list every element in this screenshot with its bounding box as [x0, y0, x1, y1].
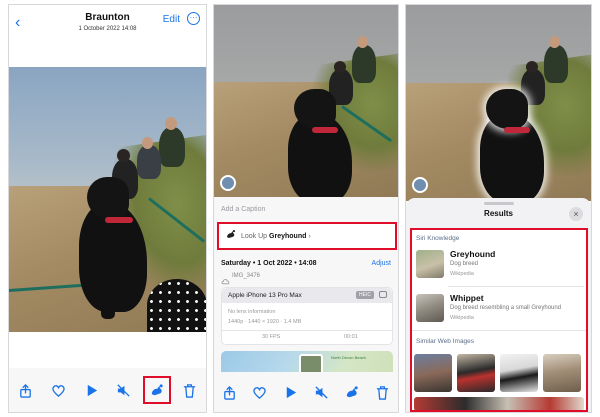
- caption-placeholder[interactable]: Add a Caption: [221, 206, 265, 213]
- result-item[interactable]: Greyhound Dog breed Wikipedia: [414, 246, 584, 284]
- web-image-row: [414, 397, 584, 410]
- results-list: Siri Knowledge Greyhound Dog breed Wikip…: [410, 228, 588, 412]
- results-sheet: Results × Siri Knowledge Greyhound Dog b…: [406, 198, 591, 412]
- exif-card: Apple iPhone 13 Pro Max HEIC No lens inf…: [221, 287, 393, 345]
- trash-icon[interactable]: [373, 382, 393, 402]
- web-image[interactable]: [500, 354, 538, 392]
- lens-info: No lens information: [228, 309, 276, 315]
- ellipsis-circle-icon[interactable]: ···: [187, 12, 200, 25]
- greyhound-head: [294, 89, 336, 129]
- similar-web-images-heading: Similar Web Images: [416, 338, 475, 345]
- person: [352, 45, 376, 83]
- greyhound-thumbnail: [416, 250, 444, 278]
- adjust-button[interactable]: Adjust: [372, 260, 391, 267]
- share-icon[interactable]: [219, 382, 239, 402]
- web-image[interactable]: [457, 354, 495, 392]
- polka-dot-hat: [147, 279, 206, 332]
- camera-icon: [379, 291, 387, 298]
- sheet-grabber[interactable]: [484, 202, 514, 205]
- visual-lookup-icon[interactable]: [342, 382, 362, 402]
- collar: [312, 127, 338, 133]
- result-source: Wikipedia: [450, 315, 474, 321]
- person: [159, 127, 185, 167]
- whippet-thumbnail: [416, 294, 444, 322]
- result-title: Whippet: [450, 293, 484, 303]
- heart-icon[interactable]: [250, 382, 270, 402]
- location-avatar[interactable]: [412, 177, 428, 193]
- frame-rate: 30 FPS: [262, 334, 281, 340]
- play-icon[interactable]: [81, 380, 101, 400]
- person: [544, 45, 568, 83]
- dog-photo: [406, 5, 591, 201]
- share-icon[interactable]: [15, 380, 35, 400]
- photo-datetime: 1 October 2022 14:08: [78, 26, 137, 32]
- look-up-prefix: Look Up: [241, 232, 270, 240]
- format-badge: HEIC: [356, 291, 374, 299]
- result-item[interactable]: Whippet Dog breed resembling a small Gre…: [414, 290, 584, 328]
- exif-row: 30 FPS 00:01: [222, 330, 392, 344]
- photo-date: Saturday • 1 Oct 2022 • 14:08: [221, 260, 317, 267]
- mute-icon[interactable]: [114, 380, 134, 400]
- file-name: IMG_3476: [232, 273, 261, 279]
- device-name: Apple iPhone 13 Pro Max: [228, 292, 302, 299]
- screenshot-root: ‹ Braunton 1 October 2022 14:08 Edit ···: [0, 0, 600, 417]
- photo-view-panel: ‹ Braunton 1 October 2022 14:08 Edit ···: [8, 4, 207, 413]
- greyhound-leg: [101, 267, 115, 319]
- look-up-button[interactable]: Look Up Greyhound ›: [217, 222, 397, 250]
- greyhound-head: [87, 177, 129, 219]
- info-panel: Add a Caption Look Up Greyhound › Saturd…: [213, 4, 399, 413]
- collar: [504, 127, 530, 133]
- edit-button[interactable]: Edit: [163, 14, 180, 25]
- person-head: [526, 61, 538, 73]
- dog-photo: [214, 5, 398, 197]
- person-head: [549, 36, 560, 48]
- location-avatar[interactable]: [220, 175, 236, 191]
- video-specs: 1440p · 1440 × 1920 · 1.4 MB: [228, 319, 302, 325]
- result-source: Wikipedia: [450, 271, 474, 277]
- web-image[interactable]: [414, 354, 452, 392]
- person-head: [117, 149, 130, 162]
- divider: [412, 330, 586, 331]
- look-up-subject: Greyhound: [269, 232, 307, 240]
- map-place-label: North Devon Beach: [331, 355, 366, 360]
- photo-toolbar: [9, 368, 206, 412]
- greyhound-head: [486, 89, 528, 129]
- person-head: [165, 117, 177, 130]
- chevron-right-icon: ›: [308, 232, 311, 240]
- results-panel: Results × Siri Knowledge Greyhound Dog b…: [405, 4, 592, 413]
- photo-toolbar: [214, 372, 398, 412]
- collar: [105, 217, 133, 223]
- look-up-label: Look Up Greyhound ›: [241, 233, 311, 240]
- person: [137, 145, 161, 179]
- divider: [448, 286, 584, 287]
- visual-lookup-icon: [225, 227, 236, 245]
- photo-header: ‹ Braunton 1 October 2022 14:08 Edit ···: [9, 5, 206, 43]
- heart-icon[interactable]: [48, 380, 68, 400]
- dog-photo: [9, 67, 206, 332]
- duration: 00:01: [344, 334, 358, 340]
- result-description: Dog breed resembling a small Greyhound: [450, 305, 562, 311]
- person-head: [334, 61, 346, 73]
- trash-icon[interactable]: [180, 380, 200, 400]
- play-icon[interactable]: [281, 382, 301, 402]
- close-icon[interactable]: ×: [569, 207, 583, 221]
- siri-knowledge-heading: Siri Knowledge: [416, 235, 460, 242]
- result-description: Dog breed: [450, 261, 479, 267]
- result-title: Greyhound: [450, 249, 496, 259]
- web-image[interactable]: [543, 354, 581, 392]
- mute-icon[interactable]: [311, 382, 331, 402]
- visual-lookup-icon[interactable]: [142, 376, 171, 404]
- results-title: Results: [484, 209, 513, 218]
- person-head: [142, 137, 153, 149]
- person-head: [357, 36, 368, 48]
